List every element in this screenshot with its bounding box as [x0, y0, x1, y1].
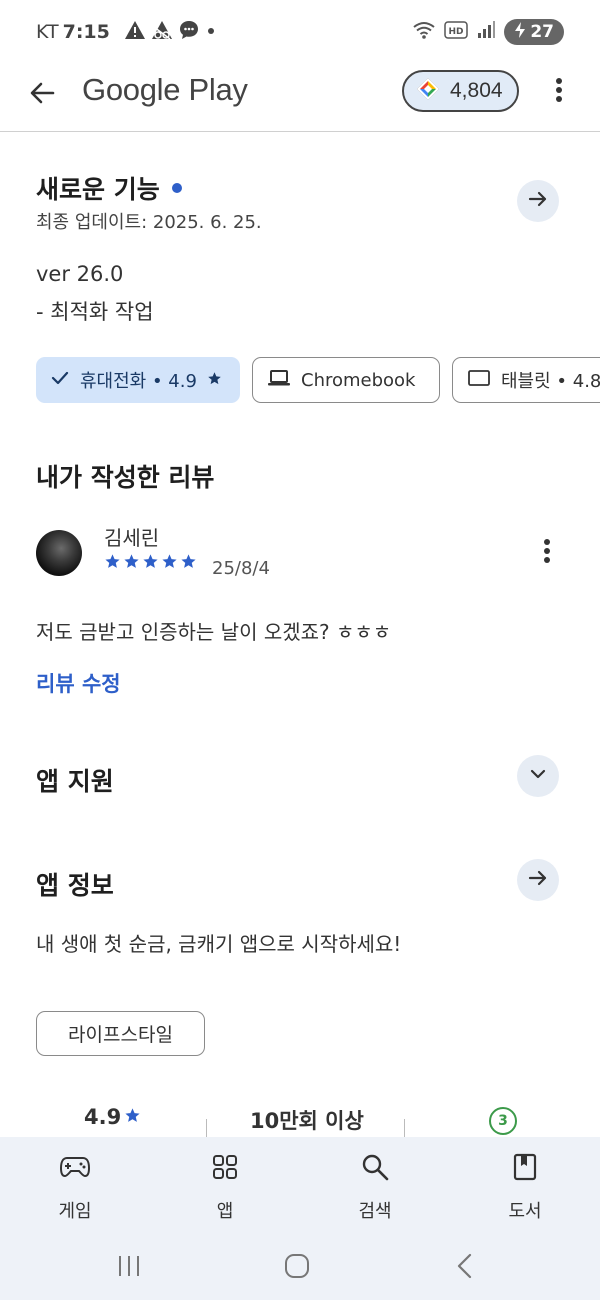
play-points-button[interactable]: 4,804: [402, 70, 519, 112]
app-support-expand-button[interactable]: [517, 755, 559, 797]
last-updated: 최종 업데이트: 2025. 6. 25.: [36, 212, 262, 233]
star-icon: [124, 1105, 141, 1129]
more-vert-icon: [543, 538, 551, 568]
whats-new-arrow-button[interactable]: [517, 180, 559, 222]
recents-button[interactable]: [109, 1251, 149, 1285]
star-icon: [104, 553, 121, 574]
edit-review-link[interactable]: 리뷰 수정: [36, 668, 121, 698]
back-button[interactable]: [24, 77, 60, 113]
nav-search[interactable]: 검색: [315, 1137, 435, 1237]
star-icon: [161, 553, 178, 574]
book-icon: [509, 1151, 541, 1183]
chip-chromebook-label: Chromebook: [301, 369, 416, 391]
nav-books-label: 도서: [508, 1201, 542, 1222]
avatar: [36, 530, 82, 576]
nav-search-label: 검색: [358, 1201, 392, 1222]
laptop-icon: [267, 368, 291, 393]
new-indicator-dot: [171, 183, 182, 193]
chip-chromebook[interactable]: Chromebook: [252, 357, 440, 403]
chip-phone[interactable]: 휴대전화 • 4.9: [36, 357, 240, 403]
rating-stat: 4.9: [84, 1105, 141, 1129]
no-bike-icon: [150, 19, 174, 46]
search-icon: [359, 1151, 391, 1183]
stat-divider: [206, 1119, 207, 1137]
more-options-button[interactable]: [544, 72, 574, 112]
whats-new-title: 새로운 기능: [36, 170, 182, 206]
back-nav-button[interactable]: [445, 1251, 485, 1285]
review-more-button[interactable]: [534, 536, 560, 570]
gamepad-icon: [59, 1151, 91, 1183]
bottom-navigation: 게임 앱 검색 도서: [0, 1137, 600, 1237]
chip-tablet[interactable]: 태블릿 • 4.8: [452, 357, 600, 403]
hd-icon: HD: [444, 20, 469, 44]
more-vert-icon: [555, 77, 563, 107]
alert-icon: [124, 20, 146, 45]
wifi-icon: [412, 20, 436, 44]
status-left: KT 7:15: [36, 18, 218, 46]
chip-tablet-label: 태블릿 • 4.8: [501, 371, 600, 392]
star-icon: [207, 370, 222, 391]
recents-icon: [117, 1255, 141, 1281]
nav-apps-label: 앱: [216, 1201, 234, 1222]
stats-row: 4.9 10만회 이상 3: [0, 1105, 600, 1137]
version-text: ver 26.0: [36, 262, 124, 286]
star-icon: [180, 553, 197, 574]
arrow-right-icon: [527, 188, 549, 214]
nav-apps[interactable]: 앱: [165, 1137, 285, 1237]
carrier-label: KT: [36, 21, 59, 43]
clock: 7:15: [62, 21, 110, 43]
whats-new-heading: 새로운 기능: [36, 175, 160, 204]
version-note: - 최적화 작업: [36, 300, 154, 324]
status-right: HD 27: [412, 18, 564, 46]
rating-value: 4.9: [84, 1105, 122, 1129]
chat-bubble-icon: [178, 19, 200, 46]
battery-charging-icon: [514, 21, 526, 44]
chevron-left-icon: [456, 1253, 474, 1283]
svg-text:HD: HD: [449, 27, 464, 37]
reviewer-name: 김세린: [104, 526, 160, 550]
app-info-title: 앱 정보: [36, 871, 114, 900]
play-points-icon: [416, 77, 440, 105]
signal-icon: [476, 20, 496, 44]
battery-level: 27: [530, 22, 554, 42]
nav-games-label: 게임: [58, 1201, 92, 1222]
downloads-stat: 10만회 이상: [250, 1109, 364, 1133]
app-title: Google Play: [82, 72, 248, 107]
dot-icon: [204, 21, 218, 43]
home-button[interactable]: [277, 1251, 317, 1285]
review-date: 25/8/4: [212, 558, 270, 579]
nav-games[interactable]: 게임: [15, 1137, 135, 1237]
review-rating: [104, 553, 197, 574]
app-info-arrow-button[interactable]: [517, 859, 559, 901]
category-chip[interactable]: 라이프스타일: [36, 1011, 205, 1056]
tablet-icon: [467, 368, 491, 393]
star-icon: [123, 553, 140, 574]
app-support-title: 앱 지원: [36, 767, 114, 796]
review-text: 저도 금받고 인증하는 날이 오겠죠? ㅎㅎㅎ: [36, 620, 392, 644]
my-review-title: 내가 작성한 리뷰: [36, 463, 215, 492]
nav-books[interactable]: 도서: [465, 1137, 585, 1237]
back-arrow-icon: [28, 79, 56, 111]
chip-phone-label: 휴대전화 • 4.9: [80, 371, 197, 392]
status-bar: KT 7:15 HD 27: [0, 0, 600, 62]
star-icon: [142, 553, 159, 574]
check-icon: [50, 368, 70, 393]
apps-grid-icon: [209, 1151, 241, 1183]
arrow-right-icon: [527, 867, 549, 893]
age-rating-badge: 3: [489, 1107, 517, 1135]
app-bar: Google Play 4,804: [0, 62, 600, 132]
stat-divider: [404, 1119, 405, 1137]
chevron-down-icon: [528, 764, 548, 788]
app-description: 내 생애 첫 순금, 금캐기 앱으로 시작하세요!: [36, 932, 402, 956]
home-icon: [284, 1253, 310, 1283]
system-navigation: [0, 1237, 600, 1300]
battery-indicator: 27: [504, 19, 564, 45]
play-points-count: 4,804: [450, 79, 503, 102]
